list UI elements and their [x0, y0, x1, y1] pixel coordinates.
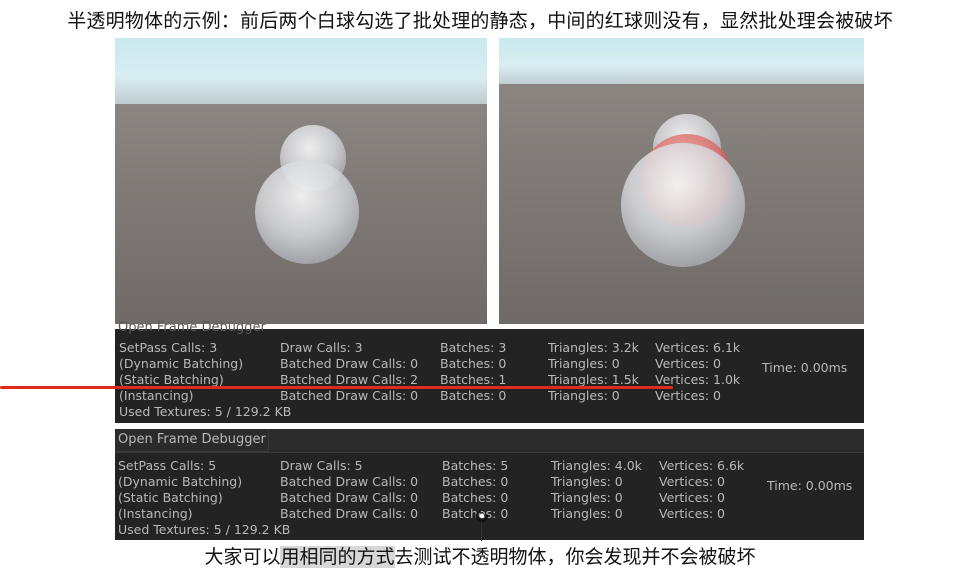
- stat-cell: (Dynamic Batching): [119, 356, 244, 371]
- stat-cell: Time: 0.00ms: [762, 360, 848, 375]
- stat-cell: Batched Draw Calls: 0: [280, 388, 419, 403]
- stat-cell: (Instancing): [119, 388, 194, 403]
- stat-cell: (Static Batching): [118, 490, 223, 505]
- stat-cell: Batched Draw Calls: 0: [280, 474, 419, 489]
- stat-cell: Batches: 0: [440, 356, 507, 371]
- open-frame-debugger-button[interactable]: Open Frame Debugger: [115, 429, 269, 452]
- stat-cell: Vertices: 0: [659, 506, 725, 521]
- stat-cell: Triangles: 0: [551, 490, 623, 505]
- stat-cell: Vertices: 0: [659, 474, 725, 489]
- stat-cell: Triangles: 4.0k: [551, 458, 642, 473]
- stat-cell: Batched Draw Calls: 0: [280, 490, 419, 505]
- stat-cell: Batched Draw Calls: 0: [280, 506, 419, 521]
- stat-cell: Batches: 0: [442, 474, 509, 489]
- loading-cursor-icon: [475, 509, 489, 523]
- stat-cell: Triangles: 0: [548, 388, 620, 403]
- stat-cell: Batched Draw Calls: 0: [280, 356, 419, 371]
- scene-render-left: [115, 38, 487, 324]
- stat-cell: Triangles: 0: [551, 474, 623, 489]
- stat-cell: Vertices: 0: [655, 356, 721, 371]
- scene-view-left[interactable]: [115, 38, 487, 324]
- stat-cell: Triangles: 0: [548, 356, 620, 371]
- scene-view-right[interactable]: [499, 38, 864, 324]
- stat-cell: (Dynamic Batching): [118, 474, 243, 489]
- stats-panel-1: Open Frame Debugger SetPass Calls: 3 Draw…: [115, 320, 864, 423]
- stat-cell: Triangles: 3.2k: [548, 340, 639, 355]
- stat-cell: Batches: 3: [440, 340, 507, 355]
- caption-bottom-before: 大家可以: [204, 546, 281, 568]
- open-frame-debugger-button[interactable]: Open Frame Debugger: [115, 317, 266, 339]
- stat-cell: Used Textures: 5 / 129.2 KB: [118, 522, 291, 537]
- stat-cell: (Instancing): [118, 506, 193, 521]
- sphere-front: [621, 143, 745, 267]
- scene-render-right: [499, 38, 864, 324]
- stat-cell: Vertices: 0: [659, 490, 725, 505]
- stat-cell: Vertices: 0: [655, 388, 721, 403]
- stat-cell: Batches: 0: [440, 388, 507, 403]
- sphere-front: [255, 160, 359, 264]
- stat-cell: Draw Calls: 5: [280, 458, 363, 473]
- caption-bottom-after: 去测试不透明物体，你会发现并不会被破坏: [394, 546, 756, 568]
- stat-cell: Used Textures: 5 / 129.2 KB: [119, 404, 292, 419]
- stat-cell: SetPass Calls: 3: [119, 340, 218, 355]
- stat-cell: Vertices: 6.6k: [659, 458, 745, 473]
- stat-cell: Triangles: 0: [551, 506, 623, 521]
- stat-cell: Draw Calls: 3: [280, 340, 363, 355]
- caption-top: 半透明物体的示例：前后两个白球勾选了批处理的静态，中间的红球则没有，显然批处理会…: [67, 10, 893, 32]
- static-batching-underline: [0, 386, 673, 389]
- stats-panel-2: Open Frame Debugger SetPass Calls: 5 Draw…: [115, 429, 864, 540]
- stat-cell: Vertices: 6.1k: [655, 340, 741, 355]
- stat-cell: SetPass Calls: 5: [118, 458, 217, 473]
- stat-cell: Batches: 0: [442, 490, 509, 505]
- stat-cell: Batches: 5: [442, 458, 509, 473]
- caption-bottom: 大家可以用相同的方式去测试不透明物体，你会发现并不会被破坏: [0, 542, 960, 569]
- progress-line: [481, 523, 482, 541]
- stat-cell: Time: 0.00ms: [767, 478, 853, 493]
- caption-bottom-highlight: 用相同的方式: [280, 546, 395, 568]
